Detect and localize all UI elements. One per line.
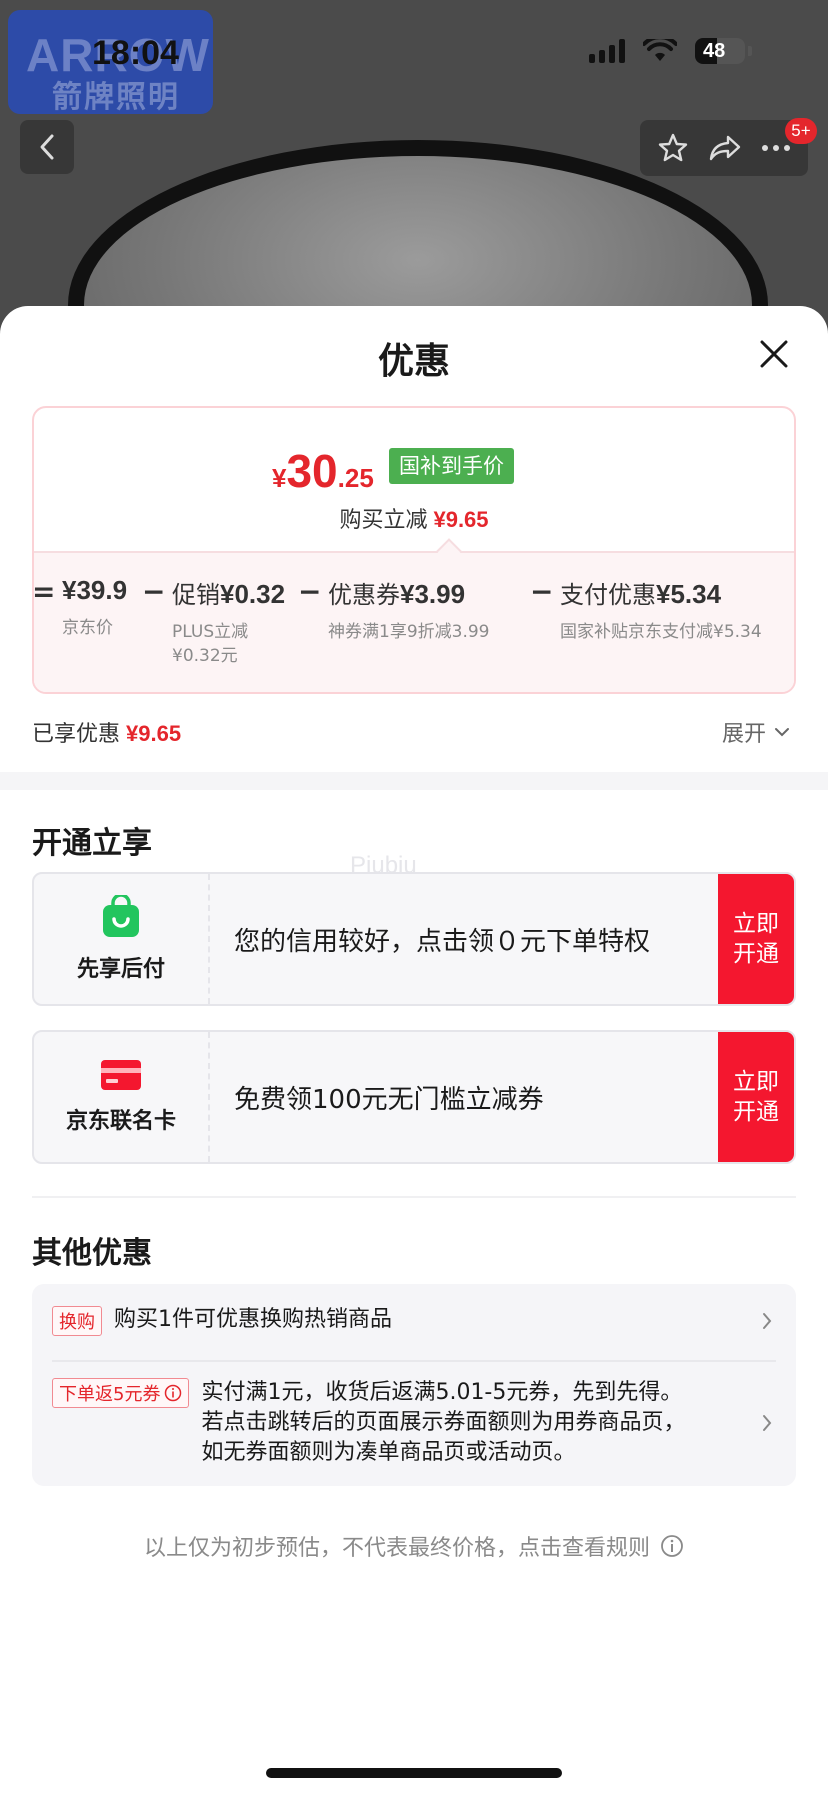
disclaimer-text: 以上仅为初步预估，不代表最终价格，点击查看规则 xyxy=(143,1536,650,1561)
enjoyed-value: ¥9.65 xyxy=(126,721,182,746)
star-icon[interactable] xyxy=(657,132,689,164)
back-button[interactable] xyxy=(20,120,74,174)
price-summary: ¥30.25 国补到手价 购买立减 ¥9.65 xyxy=(34,408,794,558)
other-offer-trade-in[interactable]: 换购 购买1件可优惠换购热销商品 xyxy=(52,1306,776,1336)
offer-provider-label: 京东联名卡 xyxy=(65,1109,176,1134)
chevron-down-icon xyxy=(775,728,790,737)
message-badge: 5+ xyxy=(785,118,817,144)
more-icon[interactable] xyxy=(761,144,791,152)
breakdown-sub: 京东价 xyxy=(62,618,113,638)
breakdown-operator: − xyxy=(298,575,322,608)
other-offer-text: 实付满1元，收货后返满5.01-5元券，先到先得。 若点击跳转后的页面展示券面额… xyxy=(201,1378,685,1468)
status-indicators: 48 xyxy=(589,38,752,64)
coupon-return-tag-label: 下单返5元券 xyxy=(59,1384,161,1405)
info-icon[interactable] xyxy=(660,1534,684,1558)
battery-level: 48 xyxy=(703,40,726,62)
signal-icon xyxy=(589,39,625,63)
trade-in-tag: 换购 xyxy=(52,1306,102,1336)
wifi-icon xyxy=(643,39,677,61)
brand-logo-cn: 箭牌照明 xyxy=(52,80,180,115)
instant-saving: 购买立减 ¥9.65 xyxy=(34,502,794,534)
other-offer-line: 实付满1元，收货后返满5.01-5元券，先到先得。 xyxy=(201,1380,683,1405)
chevron-right-icon xyxy=(763,1313,772,1329)
other-section-title: 其他优惠 xyxy=(32,1236,152,1271)
breakdown-operator: = xyxy=(32,575,56,608)
info-icon[interactable] xyxy=(164,1384,182,1402)
open-section-title: 开通立享 xyxy=(32,826,152,861)
shopping-bag-icon xyxy=(103,895,139,937)
final-price-currency: ¥ xyxy=(272,463,287,493)
chevron-right-icon xyxy=(763,1415,772,1431)
breakdown-operator: − xyxy=(142,575,166,608)
saving-value: ¥9.65 xyxy=(433,507,489,532)
other-offer-text: 购买1件可优惠换购热销商品 xyxy=(114,1307,392,1332)
expand-label: 展开 xyxy=(722,722,767,747)
price-disclaimer[interactable]: 以上仅为初步预估，不代表最终价格，点击查看规则 xyxy=(0,1530,828,1562)
other-offer-line: 如无券面额则为凑单商品页或活动页。 xyxy=(201,1440,576,1465)
other-offer-coupon-return[interactable]: 下单返5元券 实付满1元，收货后返满5.01-5元券，先到先得。 若点击跳转后的… xyxy=(52,1378,776,1468)
sheet-title: 优惠 xyxy=(377,341,450,382)
divider xyxy=(32,1196,796,1198)
breakdown-operator: − xyxy=(530,575,554,608)
saving-label: 购买立减 xyxy=(339,508,428,533)
breakdown-sub: 神券满1享9折减3.99 xyxy=(328,622,490,642)
offer-provider-label: 先享后付 xyxy=(76,957,165,982)
other-offers-list: 换购 购买1件可优惠换购热销商品 下单返5元券 实付满1元，收货后返满5.01-… xyxy=(32,1284,796,1486)
offer-card-co-branded-card[interactable]: 京东联名卡 免费领100元无门槛立减券 立即开通 xyxy=(32,1030,796,1164)
breakdown-label: 支付优惠 xyxy=(560,581,656,609)
breakdown-label: 促销 xyxy=(172,581,220,609)
breakdown-sub: ¥0.32元 xyxy=(172,646,238,666)
breakdown-sub: 国家补贴京东支付减¥5.34 xyxy=(560,622,762,642)
final-price-integer: 30 xyxy=(286,445,338,497)
breakdown-value: ¥39.9 xyxy=(62,575,128,605)
enjoyed-label: 已享优惠 xyxy=(32,722,121,747)
breakdown-jd-price: ¥39.9 京东价 xyxy=(62,575,127,640)
top-nav-actions xyxy=(640,120,808,176)
section-divider-band xyxy=(0,772,828,790)
breakdown-promotion: 促销¥0.32 PLUS立减 ¥0.32元 xyxy=(172,575,285,668)
offer-description: 您的信用较好，点击领０元下单特权 xyxy=(234,926,651,957)
product-page-background: ARROW 箭牌照明 18:04 48 5+ xyxy=(0,0,828,340)
battery-icon: 48 xyxy=(695,38,752,64)
close-icon[interactable] xyxy=(756,336,792,372)
breakdown-value: ¥0.32 xyxy=(220,579,286,609)
offer-provider: 京东联名卡 xyxy=(34,1032,210,1162)
credit-card-icon xyxy=(101,1060,141,1090)
share-icon[interactable] xyxy=(708,133,742,163)
breakdown-value: ¥3.99 xyxy=(400,579,466,609)
row-separator xyxy=(52,1360,776,1362)
activate-card-button[interactable]: 立即开通 xyxy=(718,1032,794,1162)
breakdown-sub: PLUS立减 xyxy=(172,622,249,642)
chevron-left-icon xyxy=(40,134,54,160)
price-card: ¥30.25 国补到手价 购买立减 ¥9.65 = ¥39.9 京东价 − 促销¥… xyxy=(32,406,796,694)
subsidy-price-tag: 国补到手价 xyxy=(389,448,514,484)
enjoyed-discount: 已享优惠 ¥9.65 xyxy=(32,716,181,748)
status-time: 18:04 xyxy=(92,34,179,72)
offer-card-pay-later[interactable]: 先享后付 您的信用较好，点击领０元下单特权 立即开通 xyxy=(32,872,796,1006)
breakdown-coupon: 优惠券¥3.99 神券满1享9折减3.99 xyxy=(328,575,489,644)
final-price-decimal: .25 xyxy=(337,463,374,493)
price-breakdown: = ¥39.9 京东价 − 促销¥0.32 PLUS立减 ¥0.32元 − 优惠券… xyxy=(32,551,794,692)
breakdown-label: 优惠券 xyxy=(328,581,400,609)
home-indicator[interactable] xyxy=(266,1768,562,1778)
final-price: ¥30.25 xyxy=(272,444,374,498)
breakdown-payment: 支付优惠¥5.34 国家补贴京东支付减¥5.34 xyxy=(560,575,762,644)
coupon-return-tag: 下单返5元券 xyxy=(52,1378,190,1408)
expand-button[interactable]: 展开 xyxy=(722,716,790,748)
offer-provider: 先享后付 xyxy=(34,874,210,1004)
breakdown-value: ¥5.34 xyxy=(656,579,722,609)
discount-sheet: 优惠 ¥30.25 国补到手价 购买立减 ¥9.65 = ¥39.9 京东价 − … xyxy=(0,306,828,1795)
offer-description: 免费领100元无门槛立减券 xyxy=(234,1084,544,1115)
other-offer-line: 若点击跳转后的页面展示券面额则为用券商品页， xyxy=(201,1410,686,1435)
activate-pay-later-button[interactable]: 立即开通 xyxy=(718,874,794,1004)
